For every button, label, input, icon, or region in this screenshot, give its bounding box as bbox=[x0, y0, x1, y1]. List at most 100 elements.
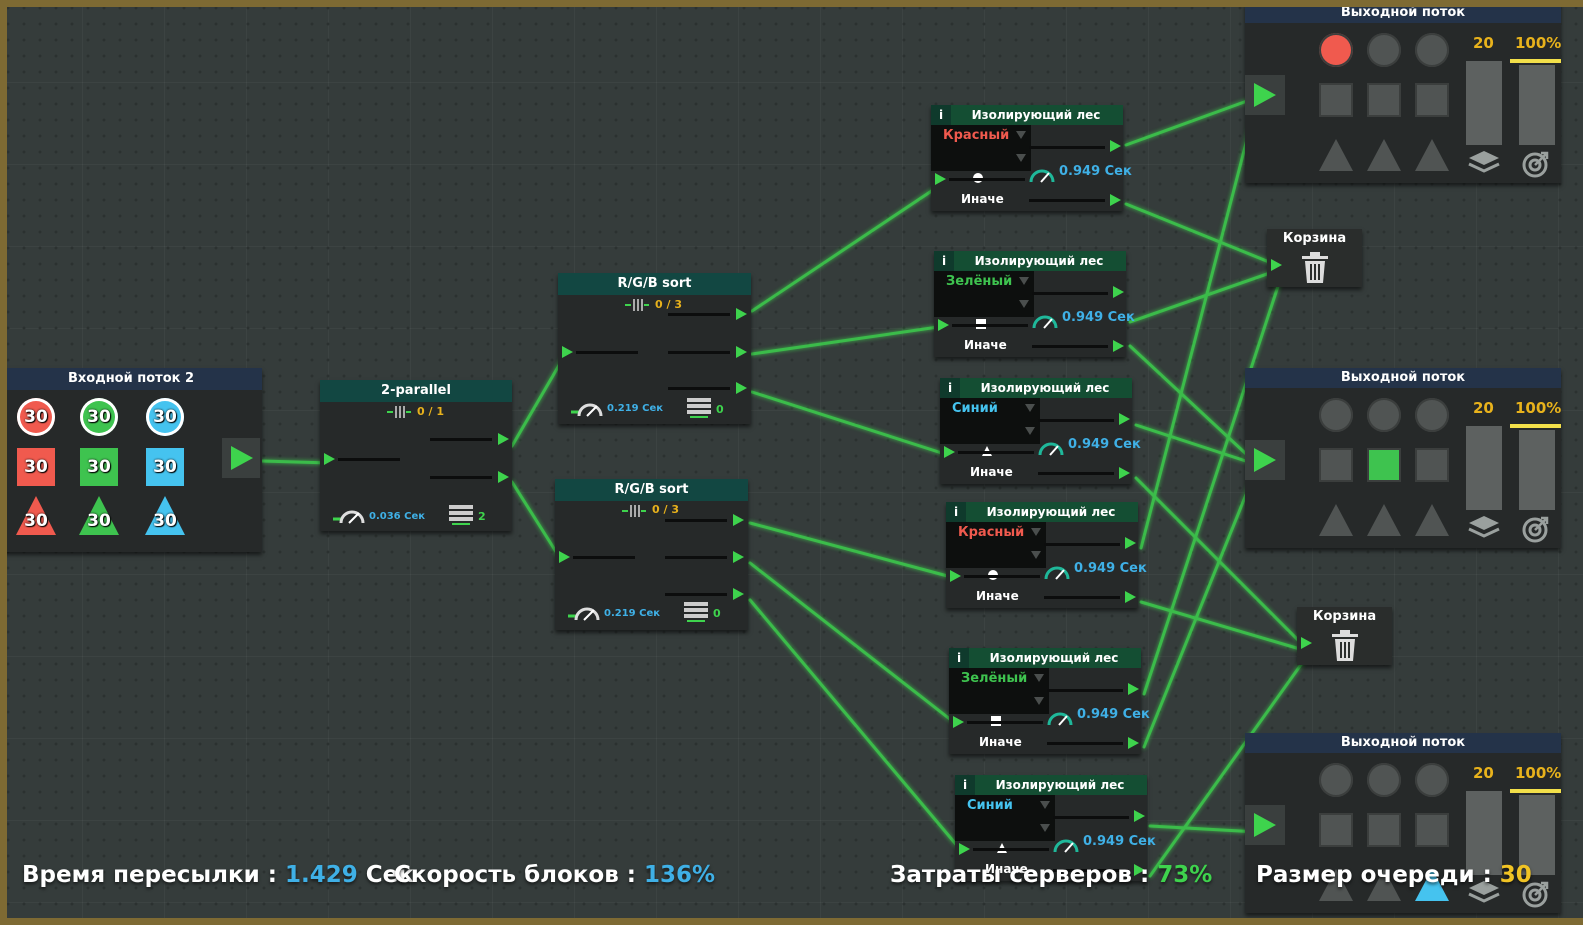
chevron-down-icon[interactable] bbox=[1034, 674, 1044, 682]
otherwise-output-port[interactable] bbox=[1128, 737, 1139, 749]
input-port[interactable] bbox=[935, 173, 946, 185]
filter-time: 0.949 Сек bbox=[1083, 834, 1156, 849]
chevron-down-icon[interactable] bbox=[1040, 801, 1050, 809]
blue-circle-count: 30 bbox=[146, 398, 184, 436]
trash-title: Корзина bbox=[1312, 609, 1377, 624]
input-port[interactable] bbox=[559, 551, 570, 563]
speed-gauge-icon bbox=[567, 603, 601, 623]
match-output-port[interactable] bbox=[1125, 537, 1136, 549]
rgb-sort-block-2[interactable]: R/G/B sort 0 / 3 0.219 Сек 0 bbox=[555, 479, 748, 630]
trash-icon bbox=[1332, 630, 1358, 661]
isolation-filter-block[interactable]: Изолирующий лес i Синий 0.949 Сек Иначе bbox=[940, 378, 1141, 484]
filter-selector[interactable]: Красный bbox=[931, 125, 1031, 183]
output-port-green[interactable] bbox=[736, 346, 747, 358]
output-input-port[interactable] bbox=[1245, 805, 1285, 845]
chevron-down-icon[interactable] bbox=[1019, 300, 1029, 308]
isolation-filter-block[interactable]: Изолирующий лес i Красный 0.949 Сек Инач… bbox=[931, 105, 1132, 211]
output-port-red[interactable] bbox=[736, 308, 747, 320]
output-stream-block[interactable]: Выходной поток 20 100% bbox=[1245, 368, 1561, 548]
match-output-port[interactable] bbox=[1113, 286, 1124, 298]
isolation-filter-block[interactable]: Изолирующий лес i Зелёный 0.949 Сек Инач… bbox=[949, 648, 1150, 754]
red-circle-count: 30 bbox=[17, 398, 55, 436]
color-option[interactable]: Синий bbox=[952, 401, 998, 416]
input-stream-block[interactable]: Входной поток 2 30 30 30 30 30 30 30 30 … bbox=[0, 368, 262, 552]
rgb-sort-block-1[interactable]: R/G/B sort 0 / 3 0.219 Сек 0 bbox=[558, 273, 751, 424]
cost-stat: Затраты серверов : 73% bbox=[890, 862, 1212, 888]
color-option[interactable]: Зелёный bbox=[961, 671, 1027, 686]
info-button[interactable]: i bbox=[940, 378, 960, 398]
otherwise-output-port[interactable] bbox=[1110, 194, 1121, 206]
match-output-port[interactable] bbox=[1119, 413, 1130, 425]
match-lane bbox=[1053, 816, 1129, 819]
otherwise-output-port[interactable] bbox=[1119, 467, 1130, 479]
info-button[interactable]: i bbox=[931, 105, 951, 125]
red-square-count: 30 bbox=[17, 448, 55, 486]
percent-marker bbox=[1510, 789, 1561, 793]
queue-icon bbox=[621, 503, 647, 517]
output-count: 20 bbox=[1473, 764, 1494, 782]
input-port[interactable] bbox=[1271, 259, 1282, 271]
red-triangle-count: 30 bbox=[15, 494, 57, 536]
chevron-down-icon[interactable] bbox=[1019, 277, 1029, 285]
chevron-down-icon[interactable] bbox=[1031, 528, 1041, 536]
input-port[interactable] bbox=[324, 453, 335, 465]
info-button[interactable]: i bbox=[946, 502, 966, 522]
filter-selector[interactable]: Синий bbox=[940, 398, 1040, 456]
filter-selector[interactable]: Красный bbox=[946, 522, 1046, 580]
input-lane bbox=[952, 324, 1028, 327]
output-port-blue[interactable] bbox=[733, 588, 744, 600]
speed-gauge-icon bbox=[1053, 839, 1079, 853]
input-output-port[interactable] bbox=[222, 438, 260, 478]
chevron-down-icon[interactable] bbox=[1025, 404, 1035, 412]
speed-stat: Скорость блоков : 136% bbox=[394, 862, 715, 888]
info-button[interactable]: i bbox=[955, 775, 975, 795]
output-stream-block[interactable]: Выходной поток 20 100% bbox=[1245, 3, 1561, 183]
filter-selector[interactable]: Синий bbox=[955, 795, 1055, 853]
match-output-port[interactable] bbox=[1110, 140, 1121, 152]
match-output-port[interactable] bbox=[1134, 810, 1145, 822]
info-button[interactable]: i bbox=[934, 251, 954, 271]
output-port-2[interactable] bbox=[498, 471, 509, 483]
chevron-down-icon[interactable] bbox=[1040, 824, 1050, 832]
output-port-blue[interactable] bbox=[736, 382, 747, 394]
match-output-port[interactable] bbox=[1128, 683, 1139, 695]
input-port[interactable] bbox=[938, 319, 949, 331]
color-option[interactable]: Зелёный bbox=[946, 274, 1012, 289]
input-port[interactable] bbox=[1301, 637, 1312, 649]
trash-bin-1[interactable]: Корзина bbox=[1267, 229, 1362, 287]
output-percent: 100% bbox=[1515, 399, 1562, 417]
output-input-port[interactable] bbox=[1245, 75, 1285, 115]
chevron-down-icon[interactable] bbox=[1025, 427, 1035, 435]
parallel-block[interactable]: 2-parallel 0 / 1 0.036 Сек 2 bbox=[320, 380, 512, 531]
info-button[interactable]: i bbox=[949, 648, 969, 668]
chevron-down-icon[interactable] bbox=[1016, 131, 1026, 139]
output-port-green[interactable] bbox=[733, 551, 744, 563]
chevron-down-icon[interactable] bbox=[1016, 154, 1026, 162]
isolation-filter-block[interactable]: Изолирующий лес i Зелёный 0.949 Сек Инач… bbox=[934, 251, 1135, 357]
filter-selector[interactable]: Зелёный bbox=[949, 668, 1049, 726]
trash-bin-2[interactable]: Корзина bbox=[1297, 607, 1392, 665]
color-option[interactable]: Красный bbox=[943, 128, 1009, 143]
color-option[interactable]: Красный bbox=[958, 525, 1024, 540]
input-port[interactable] bbox=[953, 716, 964, 728]
color-option[interactable]: Синий bbox=[967, 798, 1013, 813]
output-port-1[interactable] bbox=[498, 433, 509, 445]
input-port[interactable] bbox=[562, 346, 573, 358]
output-input-port[interactable] bbox=[1245, 440, 1285, 480]
square-slot bbox=[1367, 813, 1401, 847]
green-circle-count: 30 bbox=[80, 398, 118, 436]
chevron-down-icon[interactable] bbox=[1031, 551, 1041, 559]
input-port[interactable] bbox=[959, 843, 970, 855]
input-port[interactable] bbox=[944, 446, 955, 458]
chevron-down-icon[interactable] bbox=[1034, 697, 1044, 705]
filter-title: Изолирующий лес bbox=[949, 648, 1141, 668]
count-gauge bbox=[1466, 61, 1502, 145]
otherwise-output-port[interactable] bbox=[1113, 340, 1124, 352]
otherwise-output-port[interactable] bbox=[1125, 591, 1136, 603]
output-port-red[interactable] bbox=[733, 514, 744, 526]
input-port[interactable] bbox=[950, 570, 961, 582]
isolation-filter-block[interactable]: Изолирующий лес i Красный 0.949 Сек Инач… bbox=[946, 502, 1147, 608]
parallel-time: 0.036 Сек bbox=[369, 511, 426, 522]
filter-selector[interactable]: Зелёный bbox=[934, 271, 1034, 329]
output-lane-blue bbox=[668, 387, 730, 390]
